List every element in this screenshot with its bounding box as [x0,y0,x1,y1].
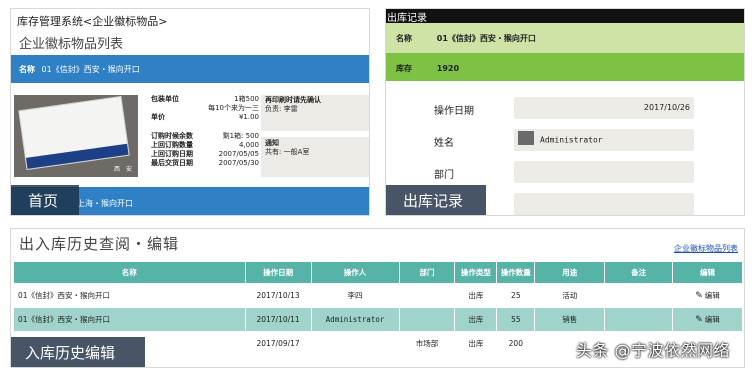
item-list-link[interactable]: 企业徽标物品列表 [674,243,738,254]
cell-purpose: 活动 [534,283,606,308]
info-key: 包装单位 [151,95,179,103]
cell-remark [604,307,674,332]
cell-date: 2017/10/11 [244,307,312,332]
department-input[interactable] [514,161,694,183]
notice-title: 再印刷时请先确认 [265,96,321,104]
caption-overlay: 出库记录 [386,185,486,215]
info-key [151,104,203,113]
name-field-row: 姓名 Administrator [434,129,694,151]
item-info: 包装单位 1箱500 每10个来为一三 单价 ¥1.00 订购时候余数 剩1箱: 50… [151,95,259,168]
history-panel: 出入库历史查阅・编辑 企业徽标物品列表 名称 操作日期 操作人 部门 操作类型 … [10,228,745,368]
stock-value: 2007/05/30 [218,159,259,167]
edit-label: 编辑 [704,315,720,324]
stock-key: 上回订购数量 [151,141,193,149]
cell-date: 2017/09/17 [244,331,312,356]
stock-row: 库存 1920 [386,53,744,81]
cell-operator [310,331,400,356]
item-name-value: 01《信封》西安・猴向开口 [41,65,140,74]
extra-input[interactable] [514,193,694,215]
stock-value: 2007/05/05 [218,150,259,158]
column-header[interactable]: 备注 [604,261,674,284]
notice-line: 共有: 一般A室 [265,148,310,156]
column-header[interactable]: 部门 [398,261,456,284]
name-row: 名称 01《信封》西安・猴向开口 [386,23,744,53]
cell-purpose: 销售 [534,307,606,332]
person-label: 姓名 [434,138,454,149]
stock-key: 订购时候余数 [151,132,193,140]
item-list-panel: 库存管理系统<企业徽标物品> 企业徽标物品列表 名称 01《信封》西安・猴向开口… [10,8,370,216]
stock-out-panel: 出库记录 名称 01《信封》西安・猴向开口 库存 1920 操作日期 2017/… [385,8,745,216]
cell-quantity: 200 [496,331,536,356]
caption-overlay: 入库历史编辑 [11,337,145,367]
item-photo[interactable]: 西 安 [14,95,138,177]
name-label: 名称 [396,34,412,43]
table-header-row: 名称 操作日期 操作人 部门 操作类型 操作数量 用途 备注 编辑 [13,261,743,284]
edit-label: 编辑 [704,291,720,300]
item-name-label: 名称 [19,65,35,74]
cell-department [398,283,456,308]
cell-type: 出库 [454,331,498,356]
stock-value: 剩1箱: 500 [222,132,259,140]
watermark: 头条 @宁波依然网络 [575,341,730,360]
cell-name: 01《信封》西安・猴向开口 [13,307,246,332]
date-field-row: 操作日期 2017/10/26 [434,97,694,119]
date-input[interactable]: 2017/10/26 [514,97,694,119]
photo-tag: 西 安 [113,166,132,173]
panel-header: 出库记录 [386,9,744,24]
cell-type: 出库 [454,307,498,332]
info-key: 单价 [151,113,165,121]
cell-operator: Administrator [310,307,400,332]
person-input[interactable]: Administrator [514,129,694,151]
column-header[interactable]: 操作数量 [496,261,536,284]
column-header[interactable]: 编辑 [672,261,743,284]
breadcrumb[interactable]: 库存管理系统<企业徽标物品> [17,13,167,29]
column-header[interactable]: 操作日期 [244,261,312,284]
notice-line: 负责: 李雷 [265,105,298,113]
cell-department [398,307,456,332]
page-title: 企业徽标物品列表 [19,37,124,52]
date-label: 操作日期 [434,106,474,117]
table-row[interactable]: 01《信封》西安・猴向开口 2017/10/11 Administrator 出… [13,307,743,332]
envelope-image [18,96,130,170]
column-header[interactable]: 用途 [534,261,606,284]
item-detail: 西 安 包装单位 1箱500 每10个来为一三 单价 ¥1.00 订购时候余数 剩1箱… [11,83,369,187]
share-notice: 通知 共有: 一般A室 [261,137,369,177]
notice-title: 通知 [265,139,279,147]
person-value: Administrator [540,135,603,145]
history-title: 出入库历史查阅・编辑 [19,235,180,253]
cell-quantity: 25 [496,283,536,308]
cell-operator: 李四 [310,283,400,308]
column-header[interactable]: 操作人 [310,261,400,284]
column-header[interactable]: 操作类型 [454,261,498,284]
cell-date: 2017/10/13 [244,283,312,308]
cell-remark [604,283,674,308]
stock-key: 上回订购日期 [151,150,193,158]
info-value: 每10个来为一三 [208,104,259,112]
department-field-row: 部门 [434,161,694,183]
caption-overlay: 首页 [11,185,79,215]
stock-label: 库存 [396,64,412,73]
info-value: 1箱500 [234,95,259,103]
stock-value: 1920 [436,64,460,73]
edit-button[interactable]: ✎ 编辑 [672,283,743,308]
stock-key: 最后交货日期 [151,159,193,167]
edit-button[interactable]: ✎ 编辑 [672,307,743,332]
cell-quantity: 55 [496,307,536,332]
pencil-icon: ✎ [695,315,703,325]
column-header[interactable]: 名称 [13,261,246,284]
item-name-bar[interactable]: 名称 01《信封》西安・猴向开口 [11,55,369,83]
avatar [518,131,534,145]
cell-type: 出库 [454,283,498,308]
name-value: 01《信封》西安・猴向开口 [436,34,536,43]
cell-department: 市场部 [398,331,456,356]
table-row[interactable]: 01《信封》西安・猴向开口 2017/10/13 李四 出库 25 活动 ✎ 编辑 [13,283,743,308]
department-label: 部门 [434,170,454,181]
stock-value: 4,000 [238,141,259,149]
pencil-icon: ✎ [695,291,703,301]
info-value: ¥1.00 [238,113,259,121]
reprint-notice: 再印刷时请先确认 负责: 李雷 [261,95,369,131]
cell-name: 01《信封》西安・猴向开口 [13,283,246,308]
